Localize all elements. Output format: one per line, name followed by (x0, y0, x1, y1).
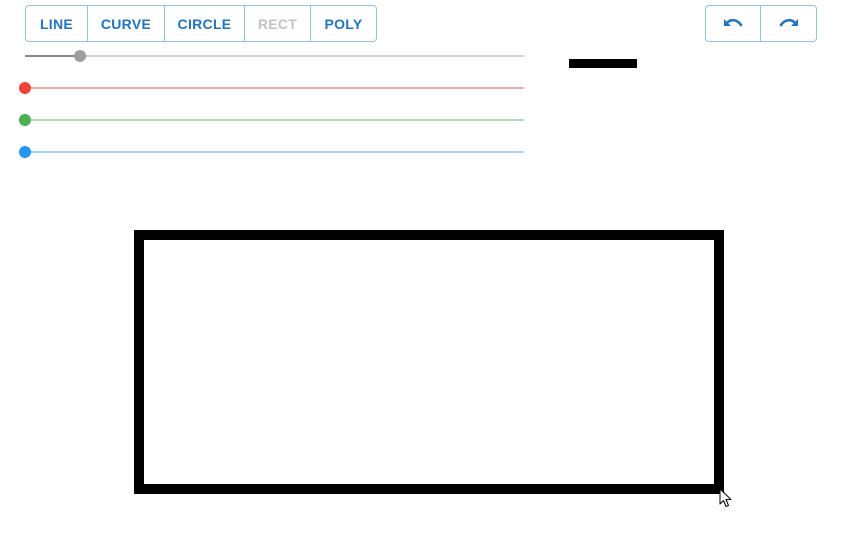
green-channel-slider[interactable] (19, 114, 524, 126)
poly-tool-button[interactable]: POLY (311, 6, 376, 41)
undo-icon (724, 18, 743, 26)
rect-tool-button[interactable]: RECT (245, 6, 311, 41)
slider-track (25, 151, 524, 153)
undo-button[interactable] (706, 6, 761, 41)
drawing-app: LINE CURVE CIRCLE RECT POLY (0, 0, 859, 559)
slider-thumb[interactable] (19, 146, 31, 158)
slider-track (25, 119, 524, 121)
slider-track (25, 87, 524, 89)
circle-tool-button[interactable]: CIRCLE (165, 6, 245, 41)
stroke-width-slider[interactable] (25, 50, 524, 62)
curve-tool-button[interactable]: CURVE (88, 6, 165, 41)
redo-button[interactable] (761, 6, 816, 41)
red-channel-slider[interactable] (19, 82, 524, 94)
tool-button-group: LINE CURVE CIRCLE RECT POLY (25, 5, 377, 42)
redo-icon (779, 18, 798, 26)
line-tool-button[interactable]: LINE (26, 6, 88, 41)
blue-channel-slider[interactable] (19, 146, 524, 158)
slider-thumb[interactable] (19, 114, 31, 126)
slider-thumb[interactable] (73, 50, 86, 62)
drawn-rectangle (134, 230, 724, 494)
stroke-preview (569, 59, 637, 68)
slider-fill (25, 55, 80, 57)
history-button-group (705, 5, 817, 42)
slider-track (25, 55, 524, 57)
slider-thumb[interactable] (19, 82, 31, 94)
